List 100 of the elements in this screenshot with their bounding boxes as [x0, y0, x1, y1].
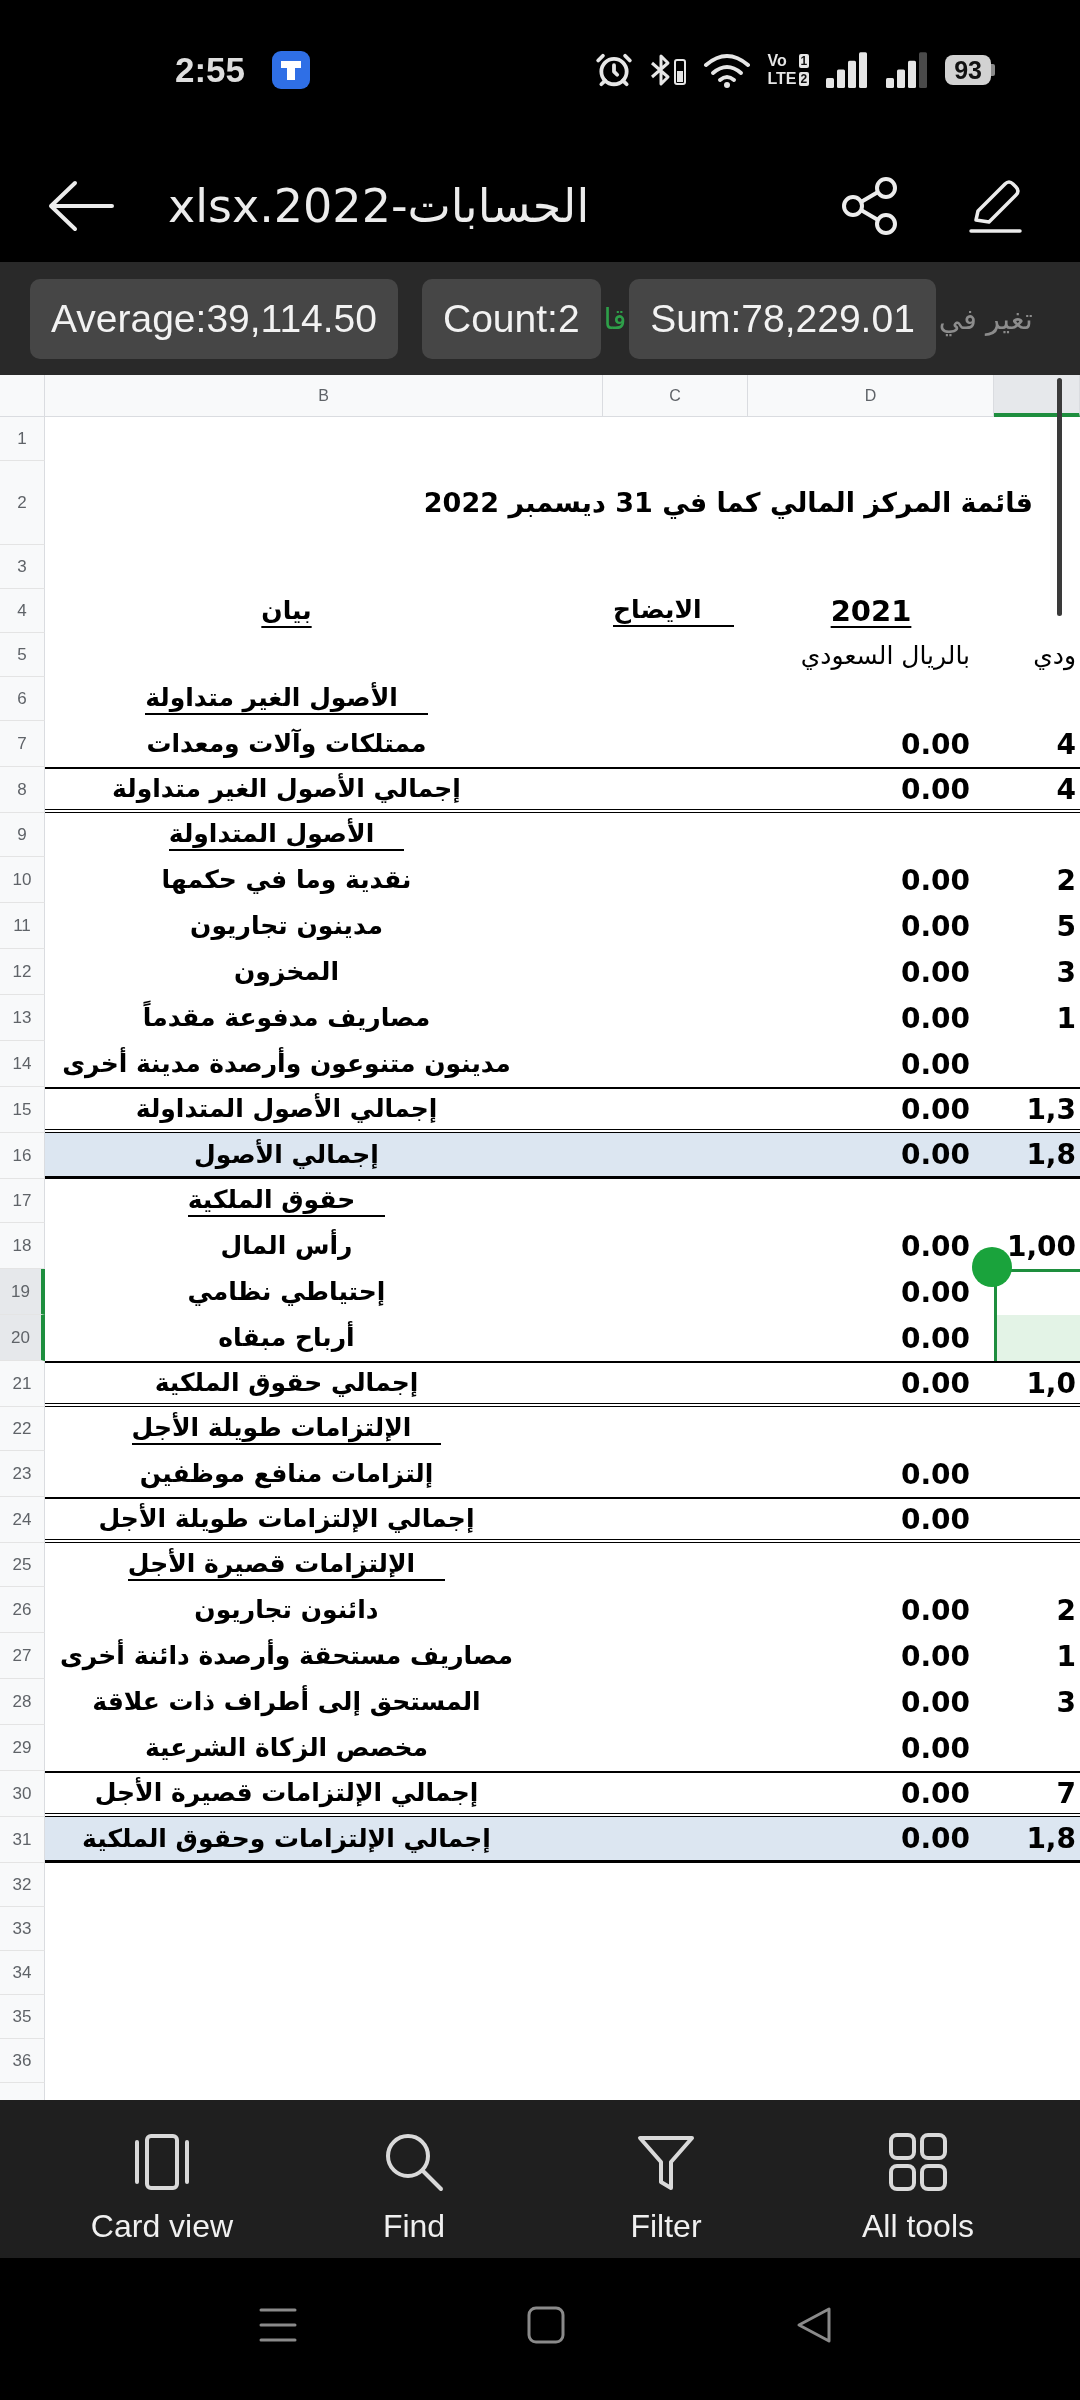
total-label: إجمالي الإلتزامات وحقوق الملكية	[82, 1823, 491, 1854]
column-heading: بيان	[261, 596, 312, 626]
row-number[interactable]: 8	[0, 767, 45, 813]
account-label: مخصص الزكاة الشرعية	[144, 1733, 429, 1763]
row-number[interactable]: 9	[0, 813, 45, 857]
note-heading: الايضاح	[613, 595, 734, 627]
amount-value: 0.00	[900, 909, 970, 943]
row-number[interactable]: 34	[0, 1951, 45, 1995]
row-number[interactable]: 13	[0, 995, 45, 1041]
pencil-icon	[968, 178, 1022, 234]
amount-value: 0.00	[900, 1366, 970, 1400]
total-label: إجمالي الأصول الغير متداولة	[112, 774, 461, 804]
row-number[interactable]: 19	[0, 1269, 45, 1315]
row-number[interactable]: 24	[0, 1497, 45, 1543]
amount-value: 3	[1056, 955, 1076, 989]
row-number[interactable]: 29	[0, 1725, 45, 1771]
amount-value: 0.00	[900, 1731, 970, 1765]
row-number[interactable]: 6	[0, 677, 45, 721]
account-label: ممتلكات وآلات ومعدات	[146, 729, 427, 759]
row-number[interactable]: 27	[0, 1633, 45, 1679]
row-number[interactable]: 22	[0, 1407, 45, 1451]
sheet-tab[interactable]: قا	[603, 301, 627, 336]
account-label: المستحق إلى أطراف ذات علاقة	[92, 1687, 481, 1717]
amount-value: 0.00	[900, 1776, 970, 1810]
column-header[interactable]: C	[603, 375, 748, 417]
row-number[interactable]: 10	[0, 857, 45, 903]
all-tools-button[interactable]: All tools	[792, 2100, 1044, 2258]
row-number[interactable]: 2	[0, 461, 45, 545]
amount-value: 0.00	[900, 1275, 970, 1309]
selected-cell[interactable]	[994, 1315, 1080, 1361]
amount-value: 0.00	[900, 1457, 970, 1491]
amount-value: 0.00	[900, 1685, 970, 1719]
section-heading: الإلتزامات طويلة الأجل	[131, 1413, 442, 1445]
amount-value: 0.00	[900, 1321, 970, 1355]
amount-value: 0.00	[900, 955, 970, 989]
row-number[interactable]: 14	[0, 1041, 45, 1087]
row-number[interactable]: 1	[0, 417, 45, 461]
app-notification-icon	[272, 51, 311, 89]
share-icon	[840, 176, 900, 236]
currency-label: بالريال السعودي	[800, 640, 970, 670]
sheet-tab[interactable]: تغير في	[938, 301, 1033, 336]
amount-value: 0.00	[900, 1138, 970, 1171]
battery-indicator: 93	[945, 55, 995, 85]
account-label: دائنون تجاريون	[194, 1595, 379, 1625]
row-number[interactable]: 12	[0, 949, 45, 995]
signal-icon	[825, 52, 870, 88]
amount-value: 0.00	[900, 1502, 970, 1536]
amount-value: 7	[1056, 1776, 1076, 1810]
account-label: إلتزامات منافع موظفين	[139, 1459, 434, 1489]
row-number[interactable]: 3	[0, 545, 45, 589]
amount-value: 0.00	[900, 1229, 970, 1263]
section-heading: الأصول المتداولة	[168, 819, 405, 851]
row-number[interactable]: 23	[0, 1451, 45, 1497]
home-icon[interactable]	[526, 2305, 566, 2345]
year-heading: 2021	[830, 594, 912, 628]
sheet-title: قائمة المركز المالي كما في 31 ديسمبر 2022	[423, 486, 1033, 520]
total-label: إجمالي حقوق الملكية	[154, 1368, 419, 1398]
row-number[interactable]: 36	[0, 2039, 45, 2083]
row-number[interactable]: 16	[0, 1133, 45, 1179]
column-header[interactable]: D	[748, 375, 994, 417]
edit-button[interactable]	[968, 178, 1022, 234]
row-number[interactable]: 17	[0, 1179, 45, 1223]
wifi-icon	[703, 52, 752, 88]
status-time: 2:55	[175, 50, 246, 90]
amount-value: 0.00	[900, 1822, 970, 1855]
find-button[interactable]: Find	[288, 2100, 540, 2258]
row-number[interactable]: 18	[0, 1223, 45, 1269]
back-button[interactable]	[48, 180, 114, 232]
row-number[interactable]: 11	[0, 903, 45, 949]
row-number[interactable]: 32	[0, 1863, 45, 1907]
amount-value: 1,0	[1026, 1366, 1076, 1400]
column-header[interactable]: B	[45, 375, 603, 417]
amount-value: 0.00	[900, 1047, 970, 1081]
row-number[interactable]: 21	[0, 1361, 45, 1407]
search-icon	[384, 2132, 444, 2192]
account-label: مصاريف مستحقة وأرصدة دائنة أخرى	[59, 1641, 514, 1671]
row-number[interactable]: 35	[0, 1995, 45, 2039]
column-header[interactable]	[994, 375, 1080, 417]
selected-cell[interactable]	[994, 1269, 1080, 1315]
row-number[interactable]: 20	[0, 1315, 45, 1361]
selection-handle[interactable]	[972, 1247, 1012, 1287]
row-number[interactable]: 15	[0, 1087, 45, 1133]
row-number[interactable]: 5	[0, 633, 45, 677]
signal-icon	[885, 52, 930, 88]
row-number[interactable]: 28	[0, 1679, 45, 1725]
total-label: إجمالي الإلتزامات قصيرة الأجل	[94, 1778, 479, 1808]
row-number[interactable]: 7	[0, 721, 45, 767]
row-number[interactable]: 25	[0, 1543, 45, 1587]
row-number[interactable]: 31	[0, 1817, 45, 1863]
filter-button[interactable]: Filter	[540, 2100, 792, 2258]
sim-slot-label: 2	[798, 72, 810, 86]
share-button[interactable]	[840, 176, 900, 236]
section-heading: الإلتزامات قصيرة الأجل	[127, 1549, 446, 1581]
row-number[interactable]: 4	[0, 589, 45, 633]
row-number[interactable]: 33	[0, 1907, 45, 1951]
summary-chip: Count:2	[422, 278, 601, 359]
row-number[interactable]: 30	[0, 1771, 45, 1817]
amount-value: 4	[1056, 772, 1076, 806]
row-number[interactable]: 26	[0, 1587, 45, 1633]
card-view-button[interactable]: Card view	[36, 2100, 288, 2258]
